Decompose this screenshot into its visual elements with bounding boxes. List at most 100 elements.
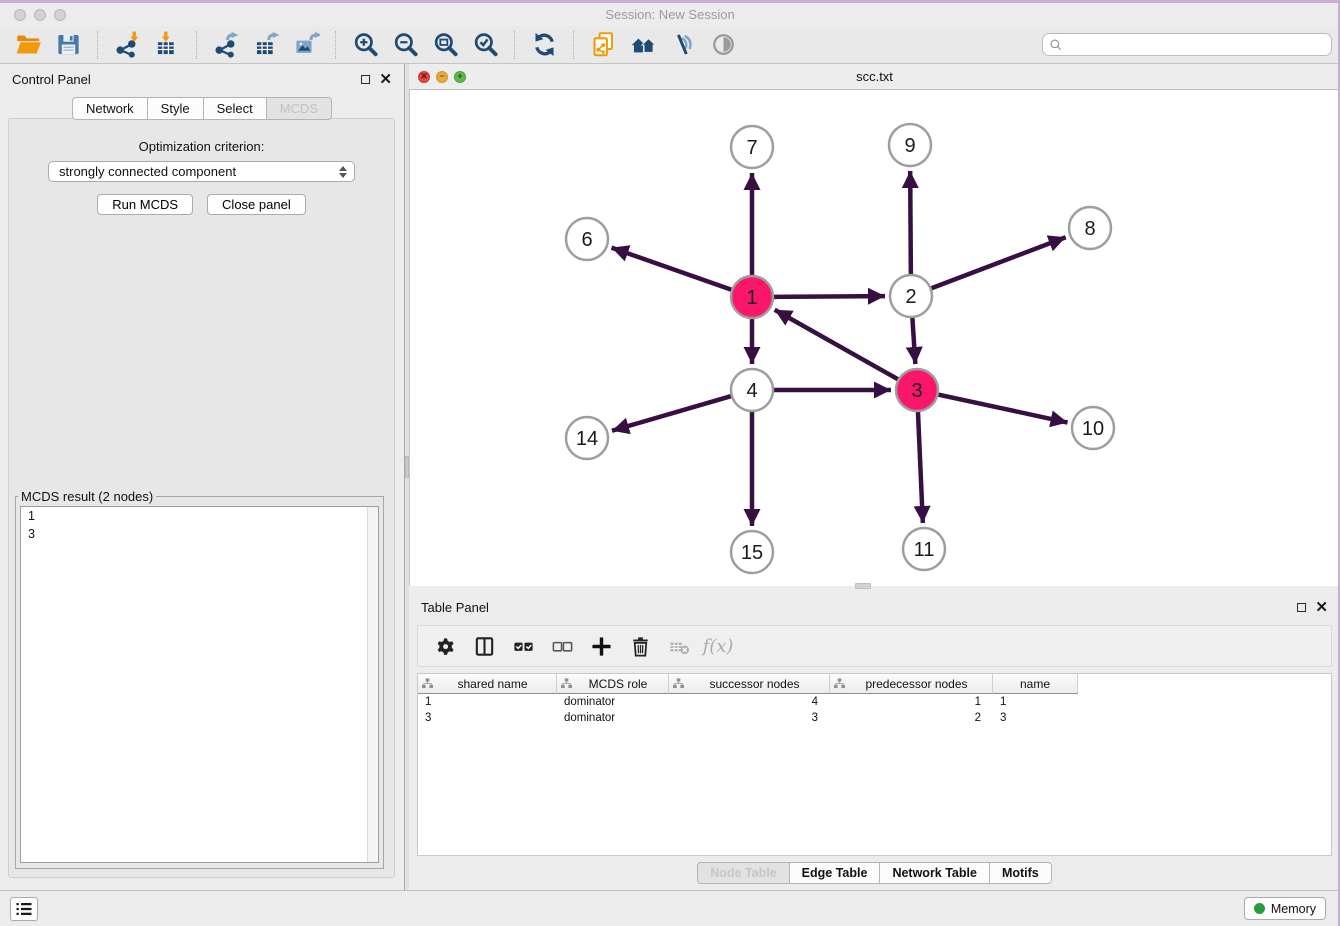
eye-icon[interactable] [708,30,738,60]
table-cell: 4 [669,696,830,708]
deselect-all-icon[interactable] [549,633,575,659]
float-table-panel-icon[interactable] [1297,603,1306,612]
network-maximize-button[interactable]: + [454,71,466,83]
node-3[interactable]: 3 [896,369,938,411]
zoom-in-icon[interactable] [350,30,380,60]
edge-3-1[interactable] [775,310,902,381]
control-panel: Control Panel ✕ NetworkStyleSelectMCDS O… [0,64,404,890]
export-table-icon[interactable] [251,30,281,60]
table-row[interactable]: 1dominator411 [418,694,1331,710]
home-icon[interactable] [628,30,658,60]
select-all-icon[interactable] [510,633,536,659]
table-panel-title: Table Panel [421,600,489,615]
memory-button[interactable]: Memory [1244,897,1326,920]
tab-node-table[interactable]: Node Table [697,862,789,884]
export-image-icon[interactable] [291,30,321,60]
column-header-label: name [997,677,1073,691]
node-8[interactable]: 8 [1069,207,1111,249]
zoom-fit-icon[interactable] [430,30,460,60]
edge-3-11[interactable] [918,408,923,523]
table-tabs: Node TableEdge TableNetwork TableMotifs [409,862,1340,884]
open-session-icon[interactable] [13,30,43,60]
column-header-predecessor-nodes[interactable]: predecessor nodes [830,674,993,694]
main-toolbar-icons [8,30,743,60]
node-1[interactable]: 1 [731,276,773,318]
edge-1-2[interactable] [770,296,885,297]
dropdown-stepper-icon [339,166,347,178]
tab-select[interactable]: Select [203,97,267,120]
node-6[interactable]: 6 [566,218,608,260]
node-label: 1 [746,287,757,309]
node-4[interactable]: 4 [731,369,773,411]
import-network-icon[interactable] [112,30,142,60]
tab-edge-table[interactable]: Edge Table [789,862,881,884]
node-10[interactable]: 10 [1072,407,1114,449]
edge-1-6[interactable] [612,248,735,291]
clone-network-icon[interactable] [588,30,618,60]
run-mcds-button[interactable]: Run MCDS [97,194,193,215]
edge-2-3[interactable] [912,314,915,364]
save-session-icon[interactable] [53,30,83,60]
close-panel-button[interactable]: Close panel [207,194,306,215]
tab-style[interactable]: Style [147,97,204,120]
column-header-mcds-role[interactable]: MCDS role [557,674,669,694]
search-input[interactable] [1063,35,1331,54]
import-table-icon[interactable] [152,30,182,60]
table-panel: Table Panel ✕ f(x) shared nameMCDS roles… [409,592,1340,890]
list-icon [15,901,33,917]
node-label: 6 [581,229,592,251]
edge-2-8[interactable] [928,237,1066,289]
node-14[interactable]: 14 [566,417,608,459]
tab-motifs[interactable]: Motifs [989,862,1052,884]
node-7[interactable]: 7 [731,126,773,168]
table-toolbar: f(x) [417,625,1332,667]
float-panel-icon[interactable] [361,75,370,84]
column-header-label: successor nodes [684,677,825,691]
edge-2-9[interactable] [910,171,911,278]
node-11[interactable]: 11 [903,528,945,570]
column-header-name[interactable]: name [993,674,1078,694]
split-columns-icon[interactable] [471,633,497,659]
node-label: 4 [746,380,757,402]
column-header-shared-name[interactable]: shared name [418,674,557,694]
tab-mcds[interactable]: MCDS [266,97,332,120]
mcds-result-list: 13 [20,506,379,863]
network-minimize-button[interactable]: − [436,71,448,83]
tab-network[interactable]: Network [72,97,148,120]
result-scrollbar[interactable] [367,507,378,862]
zoom-selected-icon[interactable] [470,30,500,60]
delete-column-icon[interactable] [627,633,653,659]
node-label: 10 [1082,418,1104,440]
status-bar: Memory [0,890,1340,926]
zoom-out-icon[interactable] [390,30,420,60]
export-network-icon[interactable] [211,30,241,60]
edge-4-14[interactable] [612,395,735,431]
node-2[interactable]: 2 [890,275,932,317]
network-close-button[interactable]: ✕ [418,71,430,83]
table-cell: 3 [418,712,557,724]
node-15[interactable]: 15 [731,531,773,573]
search-field[interactable] [1042,33,1332,56]
node-label: 9 [904,135,915,157]
criterion-dropdown[interactable]: strongly connected component [48,161,355,182]
node-label: 14 [576,428,598,450]
table-cell: 1 [993,696,1078,708]
table-header-row: shared nameMCDS role successor nodes prede… [418,674,1331,694]
hide-details-icon[interactable] [668,30,698,60]
horizontal-splitter-handle[interactable] [855,583,871,589]
mcds-result-group: MCDS result (2 nodes) 13 [15,489,384,869]
refresh-icon[interactable] [529,30,559,60]
network-window-title: scc.txt [409,69,1340,84]
network-canvas[interactable]: 7 9 6 8 1 2 4 3 14 10 15 11 [409,90,1340,586]
node-9[interactable]: 9 [889,124,931,166]
edge-3-10[interactable] [935,394,1068,423]
task-history-button[interactable] [10,897,38,921]
column-header-successor-nodes[interactable]: successor nodes [669,674,830,694]
close-table-panel-icon[interactable]: ✕ [1315,600,1328,615]
table-body: 1dominator4113dominator323 [418,694,1331,726]
tab-network-table[interactable]: Network Table [879,862,990,884]
table-row[interactable]: 3dominator323 [418,710,1331,726]
add-column-icon[interactable] [588,633,614,659]
gear-icon[interactable] [432,633,458,659]
close-panel-icon[interactable]: ✕ [379,72,392,87]
